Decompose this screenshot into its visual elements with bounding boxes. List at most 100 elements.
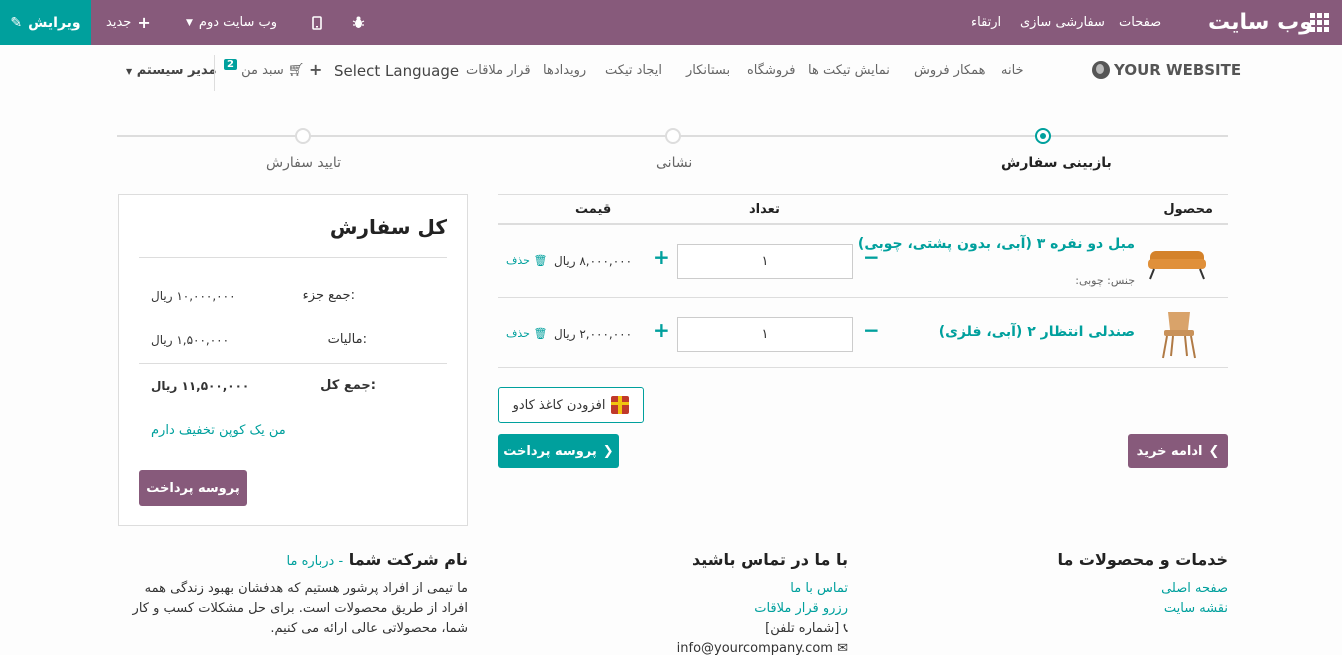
nav-link-creditor[interactable]: بستانکار (686, 63, 730, 78)
brand-title: وب سایت (1208, 10, 1313, 35)
caret-down-icon: ▼ (126, 67, 133, 76)
chevron-left-icon: ❮ (1208, 443, 1220, 459)
trash-icon: 🗑︎ (533, 327, 548, 340)
footer-about-text: ما تیمی از افراد پرشور هستیم که هدفشان ب… (132, 581, 468, 636)
website-navbar: ▼ مدیر سیستم 2 سبد من 🛒︎ + Select Langua… (0, 45, 1342, 101)
footer-services: خدمات و محصولات ما صفحه اصلی نقشه سایت (928, 550, 1228, 619)
new-label: جدید (106, 15, 132, 30)
nav-link-affiliate[interactable]: همکار فروش (914, 63, 985, 78)
globe-icon (1092, 61, 1110, 79)
step-label-confirm: تایید سفارش (266, 155, 342, 171)
mobile-preview-button[interactable] (312, 0, 322, 45)
menu-pages[interactable]: صفحات (1119, 0, 1161, 45)
gift-icon (611, 396, 630, 414)
footer-link-home[interactable]: صفحه اصلی (928, 579, 1228, 599)
increase-qty-button[interactable]: + (653, 245, 670, 269)
increase-qty-button[interactable]: + (653, 318, 670, 342)
apps-grid-icon (1310, 13, 1329, 32)
site-logo[interactable]: YOUR WEBSITE (1092, 61, 1241, 79)
divider (139, 257, 447, 258)
product-attribute: جنس: چوبی: (1075, 274, 1135, 287)
cart-count-badge: 2 (224, 59, 237, 70)
chair-image (1162, 312, 1196, 359)
footer-company: نام شرکت شما - درباره ما ما تیمی از افرا… (118, 550, 468, 639)
tax-value: ۱,۵۰۰,۰۰۰ ریال (151, 333, 230, 347)
menu-upgrade[interactable]: ارتقاء (971, 0, 1001, 45)
nav-separator (214, 55, 215, 91)
step-label-address: نشانی (656, 155, 693, 171)
website-switcher-label: وب سایت دوم (198, 15, 278, 30)
user-menu[interactable]: ▼ مدیر سیستم (126, 63, 217, 78)
add-plus-icon[interactable]: + (309, 60, 322, 79)
nav-link-shop[interactable]: فروشگاه (747, 63, 796, 78)
edit-button[interactable]: ✎ ویرایش (0, 0, 91, 45)
top-admin-bar: ✎ ویرایش جدید + ▼ وب سایت دوم ارتقاء سفا… (0, 0, 1342, 45)
step-label-review: بازبینی سفارش (1001, 155, 1112, 171)
sofa-image (1148, 251, 1206, 280)
cart-table-header: محصول تعداد قیمت (498, 194, 1228, 225)
step-dot-confirm (295, 128, 311, 144)
total-label: جمع کل: (320, 378, 376, 393)
quantity-input[interactable]: ۱ (677, 244, 853, 279)
bug-icon (352, 16, 365, 28)
product-name-link[interactable]: مبل دو نفره ۳ (آبی، بدون پشتی، چوبی) (858, 236, 1135, 252)
total-value: ۱۱,۵۰۰,۰۰۰ ریال (151, 379, 250, 393)
line-price: ۸,۰۰۰,۰۰۰ ریال (554, 254, 633, 268)
order-summary-card: کل سفارش جمع جزء: ۱۰,۰۰۰,۰۰۰ ریال مالیات… (118, 194, 468, 526)
footer-about-link[interactable]: درباره ما (287, 554, 335, 569)
line-price: ۲,۰۰۰,۰۰۰ ریال (554, 327, 633, 341)
order-summary-title: کل سفارش (329, 215, 447, 239)
remove-item-button[interactable]: حذف 🗑︎ (506, 254, 547, 267)
continue-shopping-button[interactable]: ادامه خرید ❮ (1128, 434, 1228, 468)
step-dot-address (665, 128, 681, 144)
website-switcher[interactable]: ▼ وب سایت دوم (186, 0, 277, 45)
footer-company-title: نام شرکت شما - درباره ما (286, 550, 468, 569)
footer-contact: با ما در تماس باشید تماس با ما رزرو قرار… (648, 550, 848, 655)
footer-link-appointment[interactable]: رزرو قرار ملاقات (648, 599, 848, 619)
caret-down-icon: ▼ (186, 17, 193, 28)
divider (139, 363, 447, 364)
pencil-icon: ✎ (10, 14, 23, 31)
nav-link-tickets[interactable]: نمایش تیکت ها (808, 63, 890, 78)
footer-link-sitemap[interactable]: نقشه سایت (928, 599, 1228, 619)
footer-contact-title: با ما در تماس باشید (692, 550, 848, 569)
nav-link-create-ticket[interactable]: ایجاد تیکت (605, 63, 662, 78)
decrease-qty-button[interactable]: − (863, 245, 880, 269)
nav-link-events[interactable]: رویدادها (543, 63, 586, 78)
nav-link-home[interactable]: خانه (1001, 63, 1024, 78)
nav-link-appointments[interactable]: قرار ملاقات (466, 63, 531, 78)
edit-label: ویرایش (28, 14, 81, 31)
add-gift-wrap-button[interactable]: افزودن کاغذ کادو (498, 387, 644, 423)
coupon-link[interactable]: من یک کوپن تخفیف دارم (151, 423, 286, 438)
cart-row: مبل دو نفره ۳ (آبی، بدون پشتی، چوبی) جنس… (498, 225, 1228, 298)
phone-icon: 📞︎ (843, 621, 848, 636)
remove-item-button[interactable]: حذف 🗑︎ (506, 327, 547, 340)
chevron-right-icon: ❯ (602, 443, 614, 459)
footer-phone: 📞︎ [شماره تلفن] (765, 621, 848, 636)
summary-checkout-button[interactable]: پروسه پرداخت (139, 470, 247, 506)
subtotal-label: جمع جزء: (302, 288, 355, 303)
cart-link[interactable]: 2 سبد من 🛒︎ (224, 59, 304, 78)
apps-menu-button[interactable] (1310, 0, 1329, 45)
mobile-icon (312, 15, 322, 30)
quantity-input[interactable]: ۱ (677, 317, 853, 352)
debug-button[interactable] (352, 0, 365, 45)
footer-email[interactable]: ✉ info@yourcompany.com (648, 639, 848, 655)
subtotal-value: ۱۰,۰۰۰,۰۰۰ ریال (151, 289, 236, 303)
menu-customize[interactable]: سفارشی سازی (1020, 0, 1105, 45)
process-checkout-button[interactable]: پروسه پرداخت ❯ (498, 434, 619, 468)
decrease-qty-button[interactable]: − (863, 318, 880, 342)
header-price: قیمت (575, 202, 612, 217)
header-product: محصول (1163, 202, 1213, 217)
language-selector[interactable]: Select Language (334, 62, 459, 80)
trash-icon: 🗑︎ (533, 254, 548, 267)
footer-link-contact[interactable]: تماس با ما (648, 579, 848, 599)
step-dot-review (1035, 128, 1051, 144)
footer-services-title: خدمات و محصولات ما (1057, 550, 1228, 569)
header-qty: تعداد (749, 202, 780, 217)
envelope-icon: ✉ (837, 641, 848, 655)
plus-icon: + (137, 13, 151, 32)
tax-label: مالیات: (327, 332, 367, 347)
new-button[interactable]: جدید + (106, 0, 151, 45)
product-name-link[interactable]: صندلی انتظار ۲ (آبی، فلزی) (939, 324, 1135, 340)
